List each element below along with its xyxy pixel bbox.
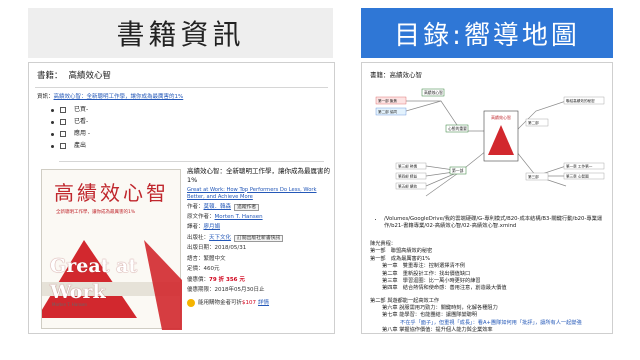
bullet-icon <box>51 120 54 124</box>
book-info-header: 書籍資訊 <box>28 8 333 58</box>
mind-map-node-label: 第一部 <box>452 168 464 173</box>
author-row: 作者：莫頓．韓森 追蹤作者 <box>187 203 332 211</box>
promo-prefix: 能用購物金者可折 <box>198 299 243 306</box>
folder-line: 資訊：高績效心智：全新聰明工作學，讓你成為最厲害的1% <box>37 94 183 101</box>
toc-title-label: 書籍： <box>370 71 390 79</box>
translator-link[interactable]: 廖月娟 <box>204 224 221 230</box>
original-author-row: 原文作者：Morten T. Hansen <box>187 214 332 221</box>
book-cover[interactable]: 高績效心智 全新聰明工作學，讓你成為最厲害的1% Great at Work M… <box>41 169 182 330</box>
mind-map[interactable]: 高績效心智 第一部 聚焦 第二部 協同 第三部 熱情 第四部 精益 第五部 績效… <box>366 81 610 211</box>
mind-map-top-nodes: 高績效心智 心態的重要 第一部 <box>421 88 469 175</box>
translator-label: 譯者： <box>187 224 204 231</box>
author-label: 作者： <box>187 203 204 210</box>
promo-details-link[interactable]: 詳情 <box>258 300 269 307</box>
checkbox[interactable] <box>60 143 66 149</box>
cover-title: 高績效心智 <box>54 181 169 205</box>
toc-line: 第七章 能學習：也能團結：讓團隊變聰明 <box>382 312 478 319</box>
publisher-label: 出版社： <box>187 234 210 241</box>
status-label: 已買- <box>74 105 89 113</box>
full-title: 高績效心智：全新聰明工作學，讓你成為最厲害的1% <box>187 167 330 184</box>
publisher-link[interactable]: 天下文化 <box>209 235 231 241</box>
mind-map-node-label: 第一章 工作第一 <box>566 164 593 169</box>
toc-book-title: 書籍：高績效心智 <box>370 71 422 80</box>
toc-line: 第二章 重新設計工作：找出價值缺口 <box>382 270 471 277</box>
toc-map-header: 目錄:嚮導地圖 <box>361 8 613 58</box>
mind-map-node-label: 第三章 心智圖 <box>566 174 589 179</box>
mind-map-right-nodes: 聯結高績效的秘密 第二部 第三部 第一章 工作第一 第三章 心智圖 <box>525 96 605 181</box>
checkbox[interactable] <box>60 119 66 125</box>
toc-line: 第八章 掌握協作價值：提升個人能力與企業效率 <box>382 327 493 334</box>
subscribe-publisher-button[interactable]: 訂閱出版社新書快訊 <box>234 234 284 242</box>
checkbox[interactable] <box>60 107 66 113</box>
cover-subtitle: 全新聰明工作學，讓你成為最厲害的1% <box>56 210 136 215</box>
mind-map-node-label: 第二部 協同 <box>378 109 398 114</box>
toc-lines: 陳光貴程： 第一部 聯盟高績效的秘密 第一部 成為最厲害的1% 第一章 雙重專注：控制… <box>370 241 610 334</box>
promo-amount: $107 <box>242 299 257 306</box>
sale-price: 79 折 356 元 <box>209 276 245 283</box>
mind-map-node-label: 高績效心智 <box>424 90 443 95</box>
book-info-panel: 書籍： 高績效心智 資訊：高績效心智：全新聰明工作學，讓你成為最厲害的1% 已買-… <box>28 62 335 334</box>
translator-row: 譯者：廖月娟 <box>187 224 332 231</box>
promo-until: 優惠期限：2018年05月30日止 <box>187 287 265 294</box>
mind-map-node-label: 第五部 績效 <box>398 184 418 189</box>
price-label: 優惠價： <box>187 276 210 283</box>
mind-map-node-label: 第三部 <box>528 174 539 179</box>
publisher-row: 出版社：天下文化 訂閱出版社新書快訊 <box>187 234 332 242</box>
follow-author-button[interactable]: 追蹤作者 <box>234 203 260 211</box>
book-title: 高績效心智 <box>68 71 112 81</box>
status-item[interactable]: 已看- <box>51 116 90 128</box>
book-details: 高績效心智：全新聰明工作學，讓你成為最厲害的1% Great at Work: … <box>187 167 332 308</box>
mind-map-left-nodes: 第一部 聚焦 第二部 協同 第三部 熱情 第四部 精益 第五部 績效 <box>375 96 427 190</box>
status-checklist: 已買- 已看- 應用 - 產出 <box>51 104 90 152</box>
divider <box>35 87 328 88</box>
language: 語言：繁體中文 <box>187 255 226 262</box>
original-author-link[interactable]: Morten T. Hansen <box>215 214 263 220</box>
bullet-icon <box>51 108 54 112</box>
status-item[interactable]: 已買- <box>51 104 90 116</box>
mind-map-node-label: 心態的重要 <box>448 126 467 131</box>
status-label: 已看- <box>74 117 89 125</box>
price-row: 優惠價：79 折 356 元 <box>187 277 332 284</box>
toc-panel: 書籍：高績效心智 高績效心智 第一部 聚焦 第二部 協同 第三部 熱情 第四部 … <box>361 62 613 334</box>
folder-link[interactable]: 高績效心智：全新聰明工作學，讓你成為最厲害的1% <box>54 94 184 100</box>
mind-map-node-label: 第四部 精益 <box>398 174 418 179</box>
english-title[interactable]: Great at Work: How Top Performers Do Les… <box>187 187 332 201</box>
toc-line: 第二部 與遊都能一起高效工作 <box>370 297 440 304</box>
toc-line: 第一部 聯盟高績效的秘密 <box>370 248 433 255</box>
status-label: 應用 - <box>74 129 91 137</box>
original-author-label: 原文作者： <box>187 214 215 221</box>
bullet-icon <box>51 132 54 136</box>
toc-map-header-text: 目錄:嚮導地圖 <box>394 20 580 51</box>
status-item[interactable]: 應用 - <box>51 128 90 140</box>
mind-map-center-label: 高績效心智 <box>491 114 511 120</box>
author-link[interactable]: 莫頓．韓森 <box>204 204 232 210</box>
book-label: 書籍： <box>37 71 63 81</box>
status-item[interactable]: 產出 <box>51 140 90 152</box>
mind-map-node-label: 第三部 熱情 <box>398 164 418 169</box>
list-price: 定價：460元 <box>187 266 220 273</box>
book-info-header-text: 書籍資訊 <box>116 18 245 51</box>
folder-label: 資訊： <box>37 94 54 100</box>
status-label: 產出 <box>74 141 87 149</box>
mind-map-node-label: 第二部 <box>528 120 539 125</box>
checkbox[interactable] <box>60 131 66 137</box>
coin-icon <box>187 299 195 308</box>
divider <box>59 161 324 162</box>
pub-date: 出版日期：2018/05/31 <box>187 245 247 252</box>
toc-title: 高績效心智 <box>389 71 423 79</box>
file-path-list: /Volumes/GoogleDrive/我的雲端硬碟/G-專利模式/B20-成… <box>378 216 608 231</box>
promo-row: 能用購物金者可折 $107 詳情 <box>187 299 332 308</box>
mind-map-node-label: 第一部 聚焦 <box>378 98 398 103</box>
mind-map-node-label: 聯結高績效的秘密 <box>566 98 595 103</box>
file-path[interactable]: /Volumes/GoogleDrive/我的雲端硬碟/G-專利模式/B20-成… <box>384 216 608 231</box>
cover-word: Great at Work <box>50 255 138 303</box>
bullet-icon <box>51 144 54 148</box>
toc-line: 第一章 雙重專注：控制選擇清不例 <box>382 263 466 270</box>
book-title-line: 書籍： 高績效心智 <box>37 71 111 82</box>
toc-line: 第四章 結合熱情和使命感：善用注意，創造最大價值 <box>382 285 507 292</box>
